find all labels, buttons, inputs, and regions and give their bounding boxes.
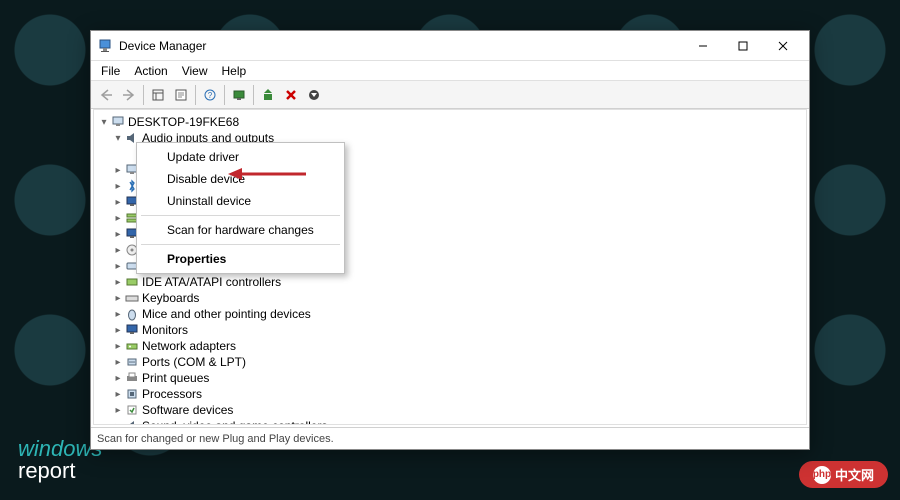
context-disable-device[interactable]: Disable device [139, 168, 342, 190]
chevron-right-icon[interactable]: ▸ [112, 309, 124, 320]
chevron-right-icon[interactable]: ▸ [112, 229, 124, 240]
device-tree[interactable]: ▾ DESKTOP-19FKE68 ▾ Audio inputs and out… [93, 109, 807, 425]
device-icon [124, 290, 140, 306]
root-label: DESKTOP-19FKE68 [128, 115, 239, 129]
device-icon [124, 370, 140, 386]
device-context-menu: Update driver Disable device Uninstall d… [136, 142, 345, 274]
titlebar[interactable]: Device Manager [91, 31, 809, 61]
chevron-right-icon[interactable]: ▸ [112, 389, 124, 400]
menu-action[interactable]: Action [128, 63, 173, 79]
category-label: Print queues [142, 371, 209, 385]
chevron-right-icon[interactable]: ▸ [112, 421, 124, 426]
tree-category[interactable]: ▸ Software devices [96, 402, 804, 418]
tree-category[interactable]: ▸ Processors [96, 386, 804, 402]
device-icon [124, 402, 140, 418]
chevron-down-icon[interactable]: ▾ [112, 133, 124, 144]
context-separator [141, 244, 340, 245]
device-icon [124, 418, 140, 425]
watermark-line2: report [18, 460, 102, 482]
php-logo-icon: php [813, 466, 831, 484]
chevron-right-icon[interactable]: ▸ [112, 165, 124, 176]
device-icon [124, 354, 140, 370]
tree-category[interactable]: ▸ Sound, video and game controllers [96, 418, 804, 425]
category-label: Software devices [142, 403, 233, 417]
context-separator [141, 215, 340, 216]
device-icon [124, 386, 140, 402]
maximize-button[interactable] [723, 32, 763, 60]
tree-category[interactable]: ▸ Monitors [96, 322, 804, 338]
tree-root[interactable]: ▾ DESKTOP-19FKE68 [96, 114, 804, 130]
chevron-right-icon[interactable]: ▸ [112, 405, 124, 416]
update-driver-button[interactable] [257, 84, 279, 106]
category-label: Ports (COM & LPT) [142, 355, 246, 369]
chevron-right-icon[interactable]: ▸ [112, 213, 124, 224]
tree-category[interactable]: ▸ IDE ATA/ATAPI controllers [96, 274, 804, 290]
chevron-right-icon[interactable]: ▸ [112, 277, 124, 288]
device-icon [124, 322, 140, 338]
menu-file[interactable]: File [95, 63, 126, 79]
uninstall-device-button[interactable] [280, 84, 302, 106]
tree-category[interactable]: ▸ Keyboards [96, 290, 804, 306]
chevron-right-icon[interactable]: ▸ [112, 197, 124, 208]
category-label: Mice and other pointing devices [142, 307, 311, 321]
chevron-right-icon[interactable]: ▸ [112, 325, 124, 336]
category-label: Keyboards [142, 291, 199, 305]
menu-view[interactable]: View [176, 63, 214, 79]
scan-hardware-button[interactable] [228, 84, 250, 106]
device-icon [124, 306, 140, 322]
status-text: Scan for changed or new Plug and Play de… [97, 433, 334, 445]
category-label: Network adapters [142, 339, 236, 353]
tree-category[interactable]: ▸ Ports (COM & LPT) [96, 354, 804, 370]
help-button[interactable]: ? [199, 84, 221, 106]
context-update-driver[interactable]: Update driver [139, 146, 342, 168]
disable-device-button[interactable] [303, 84, 325, 106]
svg-text:?: ? [208, 91, 213, 100]
category-label: Processors [142, 387, 202, 401]
device-manager-window: Device Manager File Action View Help ? ▾… [90, 30, 810, 450]
chevron-right-icon[interactable]: ▸ [112, 293, 124, 304]
chevron-right-icon[interactable]: ▸ [112, 261, 124, 272]
statusbar: Scan for changed or new Plug and Play de… [91, 427, 809, 449]
properties-button[interactable] [170, 84, 192, 106]
chevron-right-icon[interactable]: ▸ [112, 181, 124, 192]
tree-category[interactable]: ▸ Print queues [96, 370, 804, 386]
php-badge-text: 中文网 [835, 465, 874, 484]
php-badge: php 中文网 [799, 461, 888, 488]
chevron-right-icon[interactable]: ▸ [112, 373, 124, 384]
category-label: IDE ATA/ATAPI controllers [142, 275, 281, 289]
chevron-right-icon[interactable]: ▸ [112, 357, 124, 368]
back-button[interactable] [95, 84, 117, 106]
chevron-right-icon[interactable]: ▸ [112, 245, 124, 256]
toolbar: ? [91, 81, 809, 109]
category-label: Sound, video and game controllers [142, 419, 327, 425]
menubar: File Action View Help [91, 61, 809, 81]
computer-icon [110, 114, 126, 130]
minimize-button[interactable] [683, 32, 723, 60]
menu-help[interactable]: Help [216, 63, 253, 79]
tree-category[interactable]: ▸ Mice and other pointing devices [96, 306, 804, 322]
close-button[interactable] [763, 32, 803, 60]
forward-button[interactable] [118, 84, 140, 106]
context-uninstall-device[interactable]: Uninstall device [139, 190, 342, 212]
tree-category[interactable]: ▸ Network adapters [96, 338, 804, 354]
context-scan-hardware[interactable]: Scan for hardware changes [139, 219, 342, 241]
show-hidden-button[interactable] [147, 84, 169, 106]
app-icon [97, 38, 113, 54]
device-icon [124, 274, 140, 290]
category-label: Monitors [142, 323, 188, 337]
context-properties[interactable]: Properties [139, 248, 342, 270]
device-icon [124, 338, 140, 354]
chevron-down-icon[interactable]: ▾ [98, 117, 110, 128]
window-title: Device Manager [119, 39, 206, 53]
chevron-right-icon[interactable]: ▸ [112, 341, 124, 352]
